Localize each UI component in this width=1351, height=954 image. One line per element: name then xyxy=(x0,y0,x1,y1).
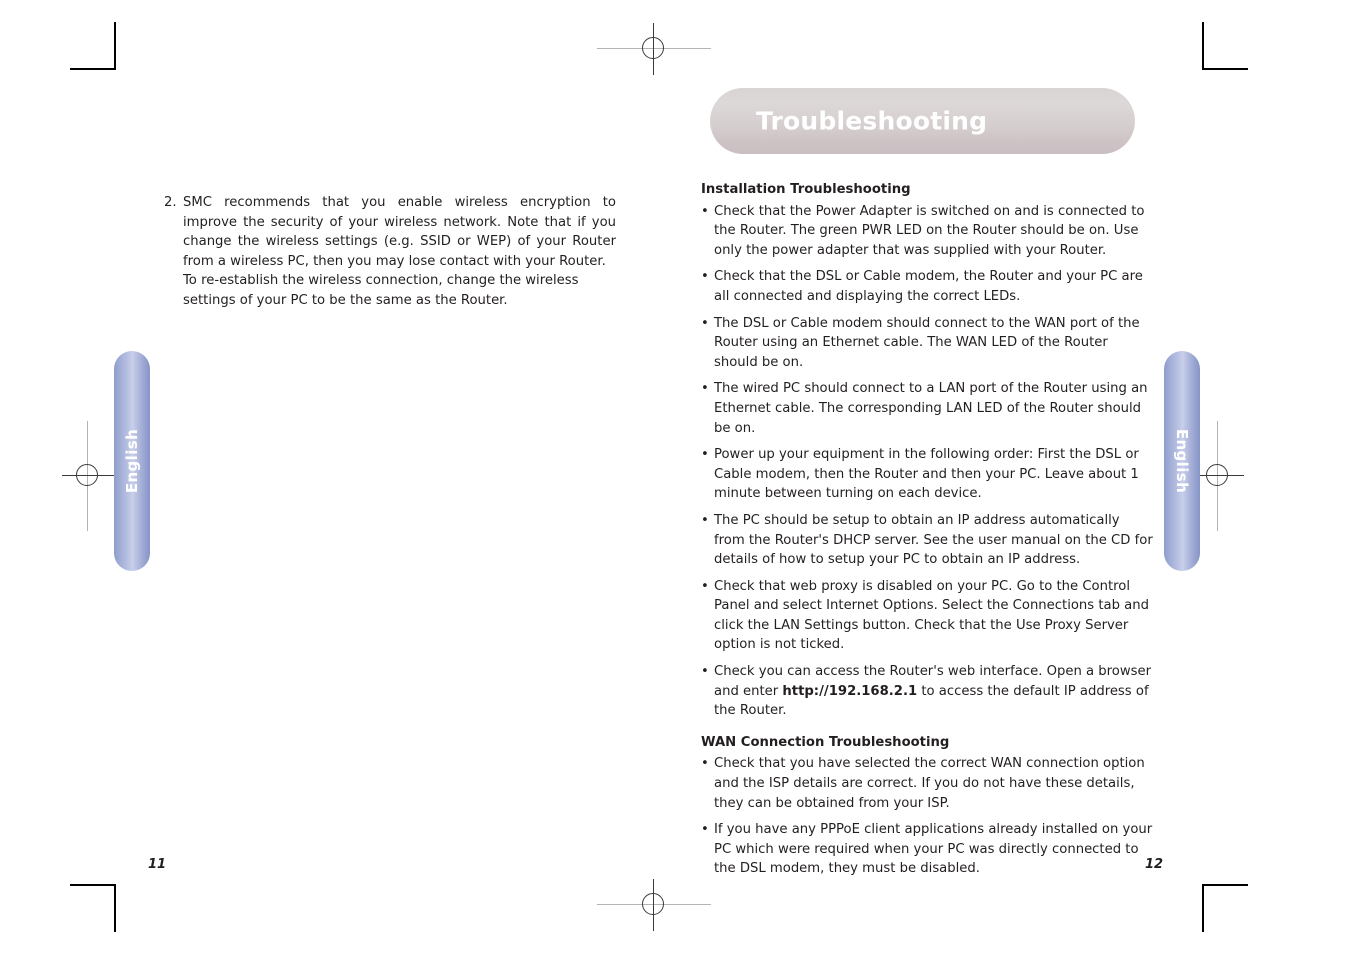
list-item: • If you have any PPPoE client applicati… xyxy=(701,820,1153,879)
section-heading-wan: WAN Connection Troubleshooting xyxy=(701,734,950,750)
list-item-router-url: • Check you can access the Router's web … xyxy=(701,662,1153,721)
section-heading-installation: Installation Troubleshooting xyxy=(701,182,911,197)
list-item-text: Check you can access the Router's web in… xyxy=(714,662,1153,721)
router-default-url: http://192.168.2.1 xyxy=(782,683,918,699)
bullet-icon: • xyxy=(701,269,709,285)
list-item: • Check that the DSL or Cable modem, the… xyxy=(701,267,1153,306)
bullet-icon: • xyxy=(701,203,709,219)
list-item-text: The PC should be setup to obtain an IP a… xyxy=(714,512,1153,568)
bullet-icon: • xyxy=(701,315,709,331)
list-item-text: If you have any PPPoE client application… xyxy=(714,822,1153,877)
list-item-text: Check that the Power Adapter is switched… xyxy=(714,203,1145,258)
troubleshooting-content: Installation Troubleshooting • Check tha… xyxy=(701,180,1153,886)
bullet-icon: • xyxy=(701,447,709,463)
numbered-list-item-2: 2. SMC recommends that you enable wirele… xyxy=(164,193,616,311)
bullet-icon: • xyxy=(701,512,709,528)
list-item-text-second: To re-establish the wireless connection,… xyxy=(183,273,579,308)
list-item: • Check that you have selected the corre… xyxy=(701,754,1153,813)
list-item: • Check that the Power Adapter is switch… xyxy=(701,202,1153,261)
list-item-text: Power up your equipment in the following… xyxy=(714,447,1139,502)
left-page: 2. SMC recommends that you enable wirele… xyxy=(0,0,655,954)
bullet-icon: • xyxy=(701,664,709,680)
page-number-right: 12 xyxy=(1145,857,1164,872)
chapter-title-banner: Troubleshooting xyxy=(710,88,1135,154)
list-item-text: SMC recommends that you enable wireless … xyxy=(183,195,616,269)
list-item: • Power up your equipment in the followi… xyxy=(701,445,1153,504)
list-item-text: The wired PC should connect to a LAN por… xyxy=(714,381,1148,436)
list-item: • The PC should be setup to obtain an IP… xyxy=(701,511,1153,570)
right-page: Troubleshooting Installation Troubleshoo… xyxy=(655,0,1351,954)
bullet-icon: • xyxy=(701,381,709,397)
list-item: • The wired PC should connect to a LAN p… xyxy=(701,379,1153,438)
bullet-icon: • xyxy=(701,578,709,594)
list-item-text: Check that you have selected the correct… xyxy=(714,756,1145,811)
list-item-body: SMC recommends that you enable wireless … xyxy=(183,193,616,311)
chapter-title: Troubleshooting xyxy=(756,106,988,136)
list-item-text: The DSL or Cable modem should connect to… xyxy=(714,315,1140,370)
page-number-left: 11 xyxy=(148,857,167,872)
list-item: • Check that web proxy is disabled on yo… xyxy=(701,577,1153,655)
bullet-icon: • xyxy=(701,822,709,838)
bullet-icon: • xyxy=(701,756,709,772)
list-item-text: Check that the DSL or Cable modem, the R… xyxy=(714,269,1143,304)
list-item: • The DSL or Cable modem should connect … xyxy=(701,314,1153,373)
list-item-text: Check that web proxy is disabled on your… xyxy=(714,578,1149,653)
list-item-number: 2. xyxy=(164,195,177,210)
